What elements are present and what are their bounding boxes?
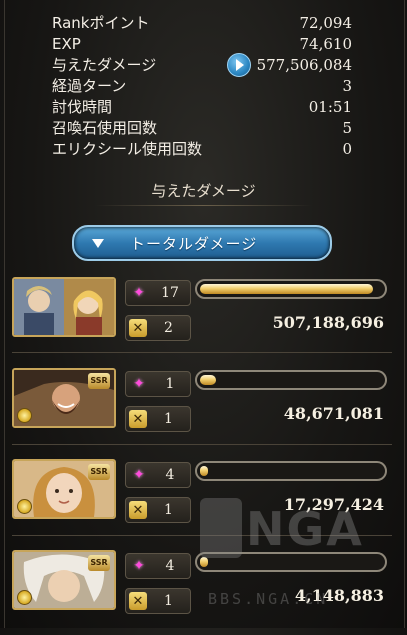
character-row: SSR ✦ 1 ✕ 1 48,671,081 (12, 368, 392, 453)
character-portrait[interactable]: SSR (12, 550, 116, 610)
cross-badge: ✕ 2 (125, 315, 191, 341)
stat-value: 0 (342, 139, 352, 158)
star-icon: ✦ (133, 376, 145, 392)
row-divider (12, 535, 392, 536)
stat-value: 5 (342, 118, 352, 137)
stat-label: 経過ターン (52, 77, 127, 95)
stat-rank-points: Rankポイント 72,094 (52, 12, 352, 33)
crossed-swords-icon: ✕ (129, 501, 147, 519)
stat-summons: 召喚石使用回数 5 (52, 117, 352, 138)
stat-label: エリクシール使用回数 (52, 140, 203, 158)
rarity-badge: SSR (88, 373, 110, 389)
stat-exp: EXP 74,610 (52, 33, 352, 54)
cross-count: 2 (164, 320, 173, 336)
stat-value: 3 (342, 76, 352, 95)
damage-bar (195, 552, 387, 572)
element-icon (17, 590, 32, 605)
damage-bar-fill (200, 557, 208, 567)
crossed-swords-icon: ✕ (129, 319, 147, 337)
damage-bar-fill (200, 466, 208, 476)
dropdown-label: トータルダメージ (130, 234, 258, 253)
character-portrait[interactable] (12, 277, 116, 337)
section-divider (95, 205, 312, 206)
stat-value: 72,094 (299, 13, 353, 32)
stat-value: 577,506,084 (256, 55, 352, 74)
character-portrait[interactable]: SSR (12, 459, 116, 519)
cross-count: 1 (164, 411, 173, 427)
stat-label: EXP (52, 34, 81, 53)
character-portrait[interactable]: SSR (12, 368, 116, 428)
damage-value: 48,671,081 (283, 404, 384, 423)
section-title: 与えたダメージ (151, 182, 256, 200)
star-badge: ✦ 1 (125, 371, 191, 397)
duo-portrait-icon (14, 279, 114, 335)
star-badge: ✦ 4 (125, 553, 191, 579)
stat-value: 01:51 (308, 97, 352, 116)
stats-list: Rankポイント 72,094 EXP 74,610 与えたダメージ 577,5… (52, 12, 352, 159)
stat-time: 討伐時間 01:51 (52, 96, 352, 117)
rarity-badge: SSR (88, 464, 110, 480)
row-divider (12, 444, 392, 445)
star-badge: ✦ 4 (125, 462, 191, 488)
rarity-badge: SSR (88, 555, 110, 571)
star-count: 4 (165, 467, 175, 483)
star-icon: ✦ (133, 285, 145, 301)
star-icon: ✦ (133, 558, 145, 574)
stat-value: 74,610 (299, 34, 353, 53)
damage-value: 4,148,883 (294, 586, 384, 605)
damage-bar (195, 461, 387, 481)
element-icon (17, 408, 32, 423)
damage-bar-fill (200, 375, 216, 385)
star-badge: ✦ 17 (125, 280, 191, 306)
cross-badge: ✕ 1 (125, 406, 191, 432)
cross-count: 1 (164, 502, 173, 518)
star-count: 1 (165, 376, 175, 392)
element-icon (17, 499, 32, 514)
damage-value: 507,188,696 (272, 313, 384, 332)
damage-type-dropdown[interactable]: トータルダメージ (72, 225, 332, 261)
damage-bar (195, 279, 387, 299)
cross-count: 1 (164, 593, 173, 609)
character-row: SSR ✦ 4 ✕ 1 17,297,424 (12, 459, 392, 544)
stat-label: 与えたダメージ (52, 56, 157, 74)
crossed-swords-icon: ✕ (129, 592, 147, 610)
damage-bar (195, 370, 387, 390)
play-icon[interactable] (226, 52, 251, 77)
stat-turns: 経過ターン 3 (52, 75, 352, 96)
stat-label: 討伐時間 (52, 98, 113, 116)
star-count: 17 (161, 285, 179, 301)
star-count: 4 (165, 558, 175, 574)
damage-bar-fill (200, 284, 373, 294)
cross-badge: ✕ 1 (125, 588, 191, 614)
stat-label: Rankポイント (52, 14, 150, 32)
star-icon: ✦ (133, 467, 145, 483)
stat-label: 召喚石使用回数 (52, 119, 158, 137)
chevron-down-icon (92, 238, 104, 248)
stat-damage: 与えたダメージ 577,506,084 (52, 52, 352, 77)
cross-badge: ✕ 1 (125, 497, 191, 523)
crossed-swords-icon: ✕ (129, 410, 147, 428)
damage-value: 17,297,424 (283, 495, 384, 514)
character-row: SSR ✦ 4 ✕ 1 4,148,883 (12, 550, 392, 635)
character-row: ✦ 17 ✕ 2 507,188,696 (12, 277, 392, 362)
stat-elixirs: エリクシール使用回数 0 (52, 138, 352, 159)
row-divider (12, 352, 392, 353)
stat-value-group: 577,506,084 (226, 52, 352, 77)
